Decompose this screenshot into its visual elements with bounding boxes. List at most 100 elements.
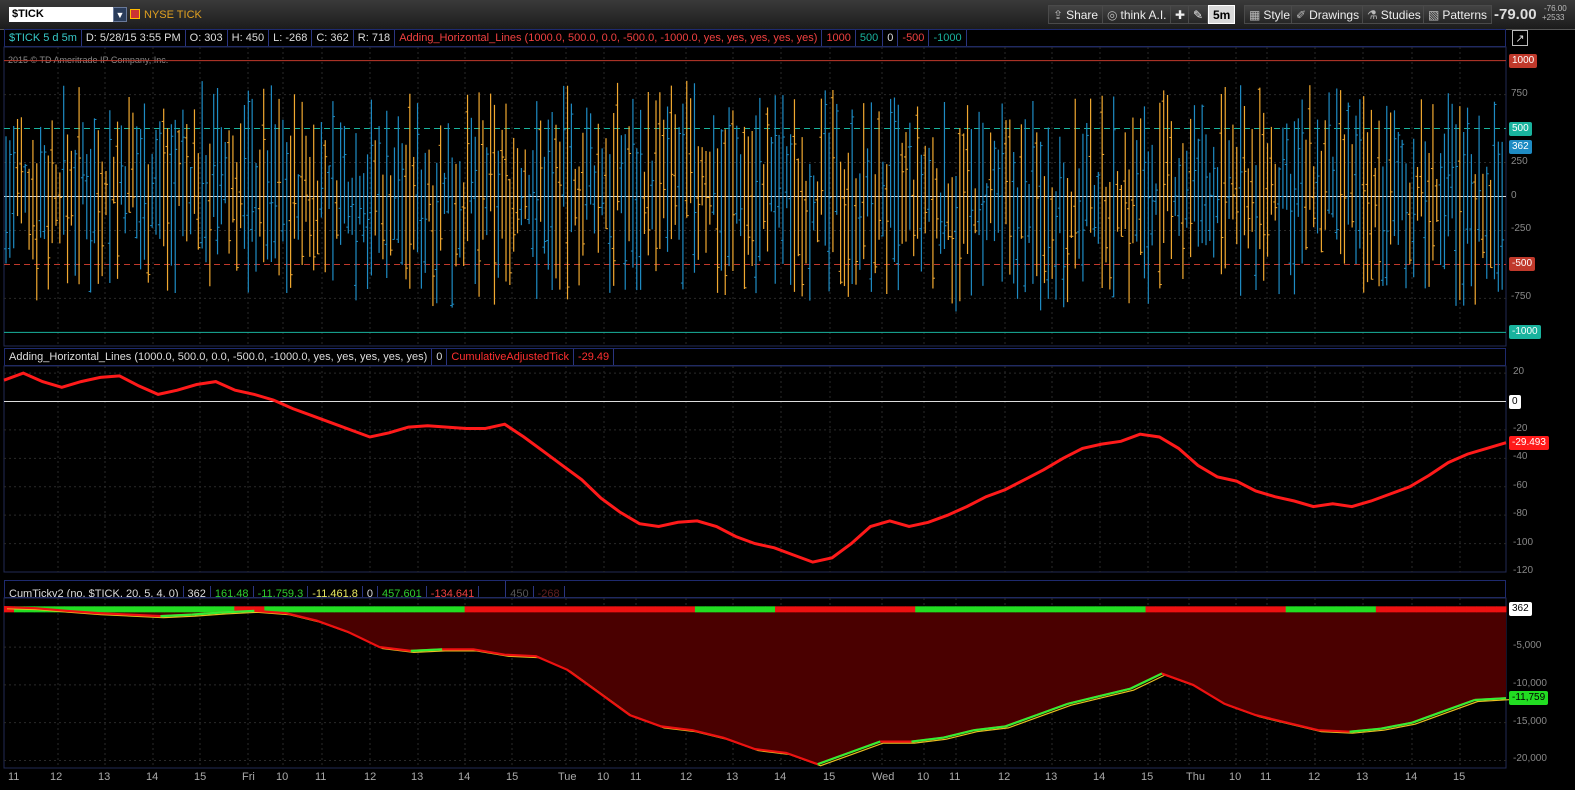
zero-band-segment bbox=[1205, 606, 1217, 613]
zero-band-segment bbox=[514, 606, 526, 613]
zero-band-segment bbox=[885, 606, 896, 613]
zero-band-segment bbox=[845, 606, 856, 613]
zero-band-segment bbox=[374, 606, 386, 613]
zero-band-segment bbox=[925, 606, 936, 613]
zero-band-segment bbox=[985, 606, 996, 613]
zero-band-segment bbox=[1075, 606, 1086, 613]
zero-band-segment bbox=[454, 606, 466, 613]
zero-band-segment bbox=[1175, 606, 1187, 613]
zero-band-segment bbox=[1255, 606, 1267, 613]
zero-band-segment bbox=[144, 606, 155, 613]
zero-band-segment bbox=[364, 606, 375, 613]
zero-band-segment bbox=[1475, 606, 1487, 613]
zero-band-segment bbox=[444, 606, 456, 613]
zero-band-segment bbox=[1405, 606, 1417, 613]
zero-band-segment bbox=[1395, 606, 1407, 613]
zero-band-segment bbox=[154, 606, 165, 613]
zero-band-segment bbox=[534, 606, 546, 613]
zero-band-segment bbox=[915, 606, 926, 613]
zero-band-segment bbox=[1465, 606, 1477, 613]
zero-band-segment bbox=[1345, 606, 1357, 613]
cumtick-fill bbox=[4, 607, 1506, 765]
zero-band-segment bbox=[1225, 606, 1237, 613]
zero-band-segment bbox=[744, 606, 756, 613]
zero-band-segment bbox=[554, 606, 566, 613]
zero-band-segment bbox=[344, 606, 355, 613]
zero-band-segment bbox=[975, 606, 986, 613]
zero-band-segment bbox=[775, 606, 786, 613]
zero-band-segment bbox=[1245, 606, 1257, 613]
zero-band-segment bbox=[694, 606, 706, 613]
zero-band-segment bbox=[594, 606, 606, 613]
zero-band-segment bbox=[164, 606, 175, 613]
zero-band-segment bbox=[474, 606, 486, 613]
zero-band-segment bbox=[434, 606, 446, 613]
zero-band-segment bbox=[334, 606, 345, 613]
zero-band-segment bbox=[314, 606, 325, 613]
zero-band-segment bbox=[414, 606, 426, 613]
zero-band-segment bbox=[354, 606, 365, 613]
zero-band-segment bbox=[1125, 606, 1137, 613]
zero-band-segment bbox=[1415, 606, 1427, 613]
zero-band-segment bbox=[1095, 606, 1106, 613]
zero-band-segment bbox=[734, 606, 746, 613]
zero-band-segment bbox=[714, 606, 726, 613]
zero-band-segment bbox=[124, 606, 135, 613]
zero-band-segment bbox=[1155, 606, 1167, 613]
zero-band-segment bbox=[684, 606, 696, 613]
zero-band-segment bbox=[644, 606, 656, 613]
zero-band-segment bbox=[785, 606, 796, 613]
zero-band-segment bbox=[825, 606, 836, 613]
zero-band-segment bbox=[624, 606, 636, 613]
zero-band-segment bbox=[1085, 606, 1096, 613]
zero-band-segment bbox=[724, 606, 736, 613]
zero-band-segment bbox=[1325, 606, 1337, 613]
zero-band-segment bbox=[1485, 606, 1497, 613]
chart-canvas[interactable] bbox=[0, 0, 1575, 790]
zero-band-segment bbox=[895, 606, 906, 613]
zero-band-segment bbox=[664, 606, 676, 613]
zero-band-segment bbox=[1005, 606, 1016, 613]
zero-band-segment bbox=[104, 606, 115, 613]
zero-band-segment bbox=[1315, 606, 1327, 613]
zero-band-segment bbox=[564, 606, 576, 613]
zero-band-segment bbox=[1355, 606, 1367, 613]
zero-band-segment bbox=[304, 606, 315, 613]
zero-band-segment bbox=[865, 606, 876, 613]
zero-band-segment bbox=[815, 606, 826, 613]
zero-band-segment bbox=[945, 606, 956, 613]
zero-band-segment bbox=[94, 606, 105, 613]
zero-band-segment bbox=[634, 606, 646, 613]
zero-band-segment bbox=[194, 606, 205, 613]
zero-band-segment bbox=[1455, 606, 1467, 613]
zero-band-segment bbox=[1025, 606, 1036, 613]
zero-band-segment bbox=[1015, 606, 1026, 613]
zero-band-segment bbox=[494, 606, 506, 613]
zero-band-segment bbox=[1185, 606, 1197, 613]
zero-band-segment bbox=[1105, 606, 1116, 613]
zero-band-segment bbox=[424, 606, 436, 613]
zero-band-segment bbox=[1335, 606, 1347, 613]
zero-band-segment bbox=[404, 606, 416, 613]
zero-band-segment bbox=[1045, 606, 1056, 613]
panel-frame bbox=[3, 365, 1507, 573]
zero-band-segment bbox=[805, 606, 816, 613]
zero-band-segment bbox=[1135, 606, 1147, 613]
zero-band-segment bbox=[1265, 606, 1277, 613]
zero-band-segment bbox=[755, 606, 766, 613]
zero-band-segment bbox=[504, 606, 516, 613]
zero-band-segment bbox=[604, 606, 616, 613]
zero-band-segment bbox=[1445, 606, 1457, 613]
zero-band-segment bbox=[855, 606, 866, 613]
zero-band-segment bbox=[835, 606, 846, 613]
zero-band-segment bbox=[484, 606, 496, 613]
zero-band-segment bbox=[875, 606, 886, 613]
zero-band-segment bbox=[134, 606, 145, 613]
zero-band-segment bbox=[1495, 606, 1507, 613]
zero-band-segment bbox=[324, 606, 335, 613]
zero-band-segment bbox=[1275, 606, 1287, 613]
zero-band-segment bbox=[704, 606, 716, 613]
zero-band-segment bbox=[674, 606, 686, 613]
zero-band-segment bbox=[204, 606, 215, 613]
zero-band-segment bbox=[1035, 606, 1046, 613]
